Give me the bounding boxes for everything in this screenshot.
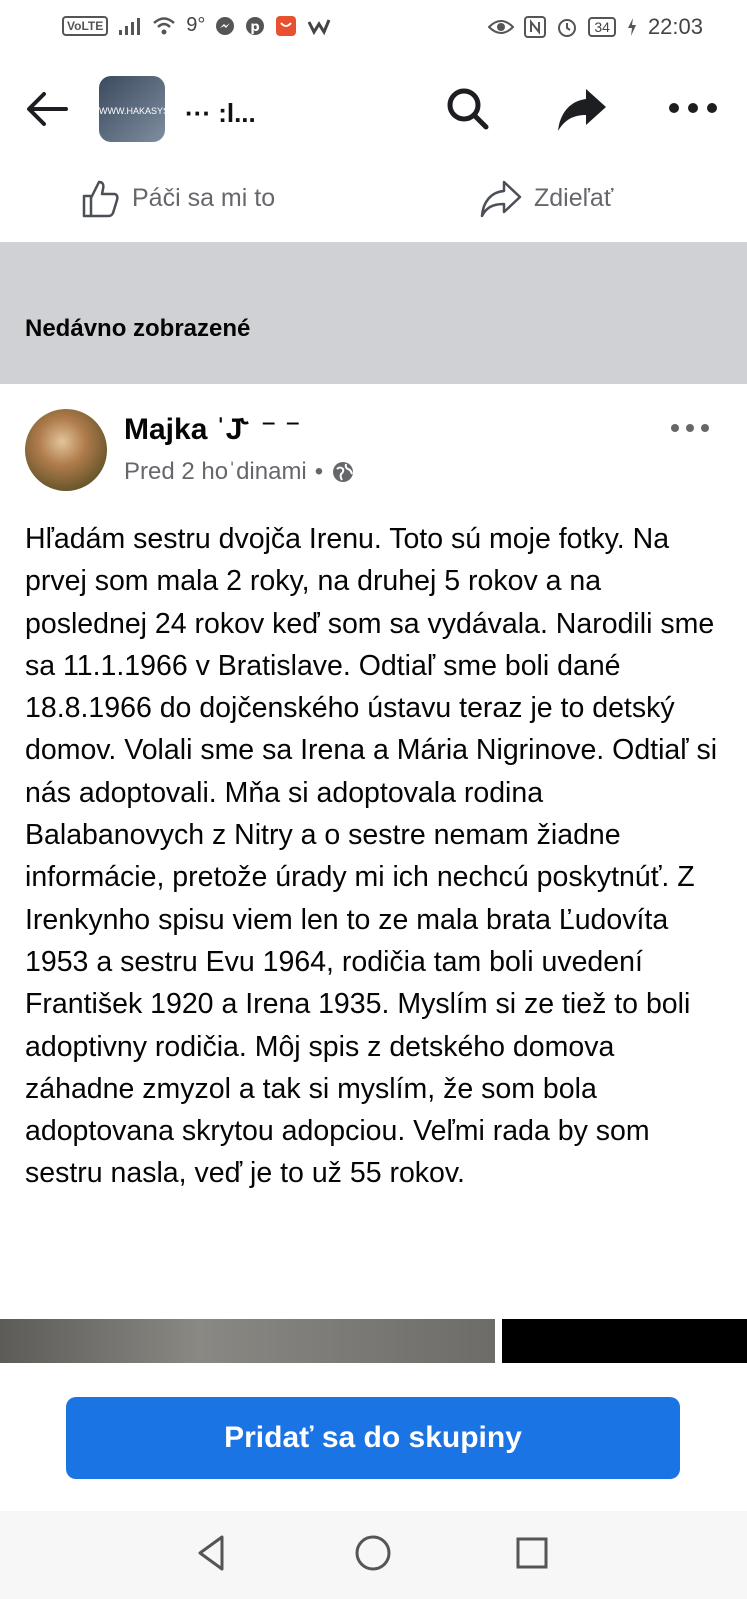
temperature-text: 9° bbox=[186, 14, 206, 36]
search-icon[interactable] bbox=[444, 85, 492, 133]
join-group-button[interactable]: Pridať sa do skupiny bbox=[66, 1397, 680, 1479]
share-group-button[interactable]: Zdieľať bbox=[480, 178, 613, 218]
status-left: VoLTE 9° p bbox=[62, 14, 331, 37]
battery-icon: 34 bbox=[588, 17, 616, 37]
svg-text:p: p bbox=[251, 20, 260, 35]
recently-viewed-label: Nedávno zobrazené bbox=[25, 315, 251, 342]
nfc-icon bbox=[524, 16, 547, 38]
recents-square-icon[interactable] bbox=[510, 1531, 554, 1575]
post-more-icon[interactable] bbox=[670, 418, 710, 438]
clock-text: 22:03 bbox=[647, 14, 703, 39]
share-label: Zdieľať bbox=[534, 183, 614, 212]
app-w-icon bbox=[308, 18, 331, 35]
eye-icon bbox=[488, 20, 515, 34]
share-outline-icon bbox=[480, 180, 522, 218]
post-text: Hľadám sestru dvojča Irenu. Toto sú moje… bbox=[25, 523, 718, 1190]
post-time[interactable]: Pred 2 hoˈdinami bbox=[124, 458, 307, 486]
post-photos bbox=[0, 1319, 747, 1363]
top-nav: WWW.HAKASYS ··· :l... bbox=[0, 56, 747, 163]
more-icon[interactable] bbox=[668, 96, 718, 120]
thumbs-up-icon bbox=[82, 180, 119, 218]
group-thumbnail-text: WWW.HAKASYS bbox=[99, 106, 165, 116]
back-triangle-icon[interactable] bbox=[190, 1531, 234, 1575]
signal-icon bbox=[119, 17, 141, 35]
post-photo-1[interactable] bbox=[0, 1319, 495, 1363]
back-arrow-icon[interactable] bbox=[22, 84, 72, 134]
pinterest-icon: p bbox=[246, 16, 265, 35]
alarm-icon bbox=[558, 19, 577, 37]
join-panel: Pridať sa do skupiny bbox=[0, 1363, 747, 1511]
status-right: 34 22:03 bbox=[488, 14, 703, 40]
author-avatar[interactable] bbox=[25, 409, 107, 491]
group-title[interactable]: ··· :l... bbox=[185, 98, 256, 129]
wifi-icon bbox=[153, 16, 176, 34]
status-bar: VoLTE 9° p 34 22:03 bbox=[0, 0, 747, 56]
post-card: Majka ˈJ˞ ⁻ ⁻ Pred 2 hoˈdinami • Hľadám … bbox=[0, 384, 747, 1319]
post-photo-2[interactable] bbox=[502, 1319, 747, 1363]
group-actions-row: Páči sa mi to Zdieľať bbox=[0, 162, 747, 242]
volte-badge: VoLTE bbox=[62, 15, 109, 36]
aliexpress-icon bbox=[276, 15, 297, 36]
meta-separator: • bbox=[314, 458, 324, 485]
globe-icon bbox=[333, 462, 354, 482]
charging-icon bbox=[627, 18, 636, 36]
system-nav-bar bbox=[0, 1511, 747, 1599]
like-label: Páči sa mi to bbox=[132, 183, 276, 212]
home-circle-icon[interactable] bbox=[351, 1531, 395, 1575]
recently-viewed-header: Nedávno zobrazené bbox=[0, 242, 747, 384]
messenger-icon bbox=[216, 16, 235, 35]
post-meta: Pred 2 hoˈdinami • bbox=[124, 458, 355, 486]
group-thumbnail[interactable]: WWW.HAKASYS bbox=[99, 76, 165, 142]
post-author[interactable]: Majka ˈJ˞ ⁻ ⁻ bbox=[124, 412, 301, 447]
like-button[interactable]: Páči sa mi to bbox=[80, 178, 275, 218]
share-icon[interactable] bbox=[556, 85, 608, 133]
